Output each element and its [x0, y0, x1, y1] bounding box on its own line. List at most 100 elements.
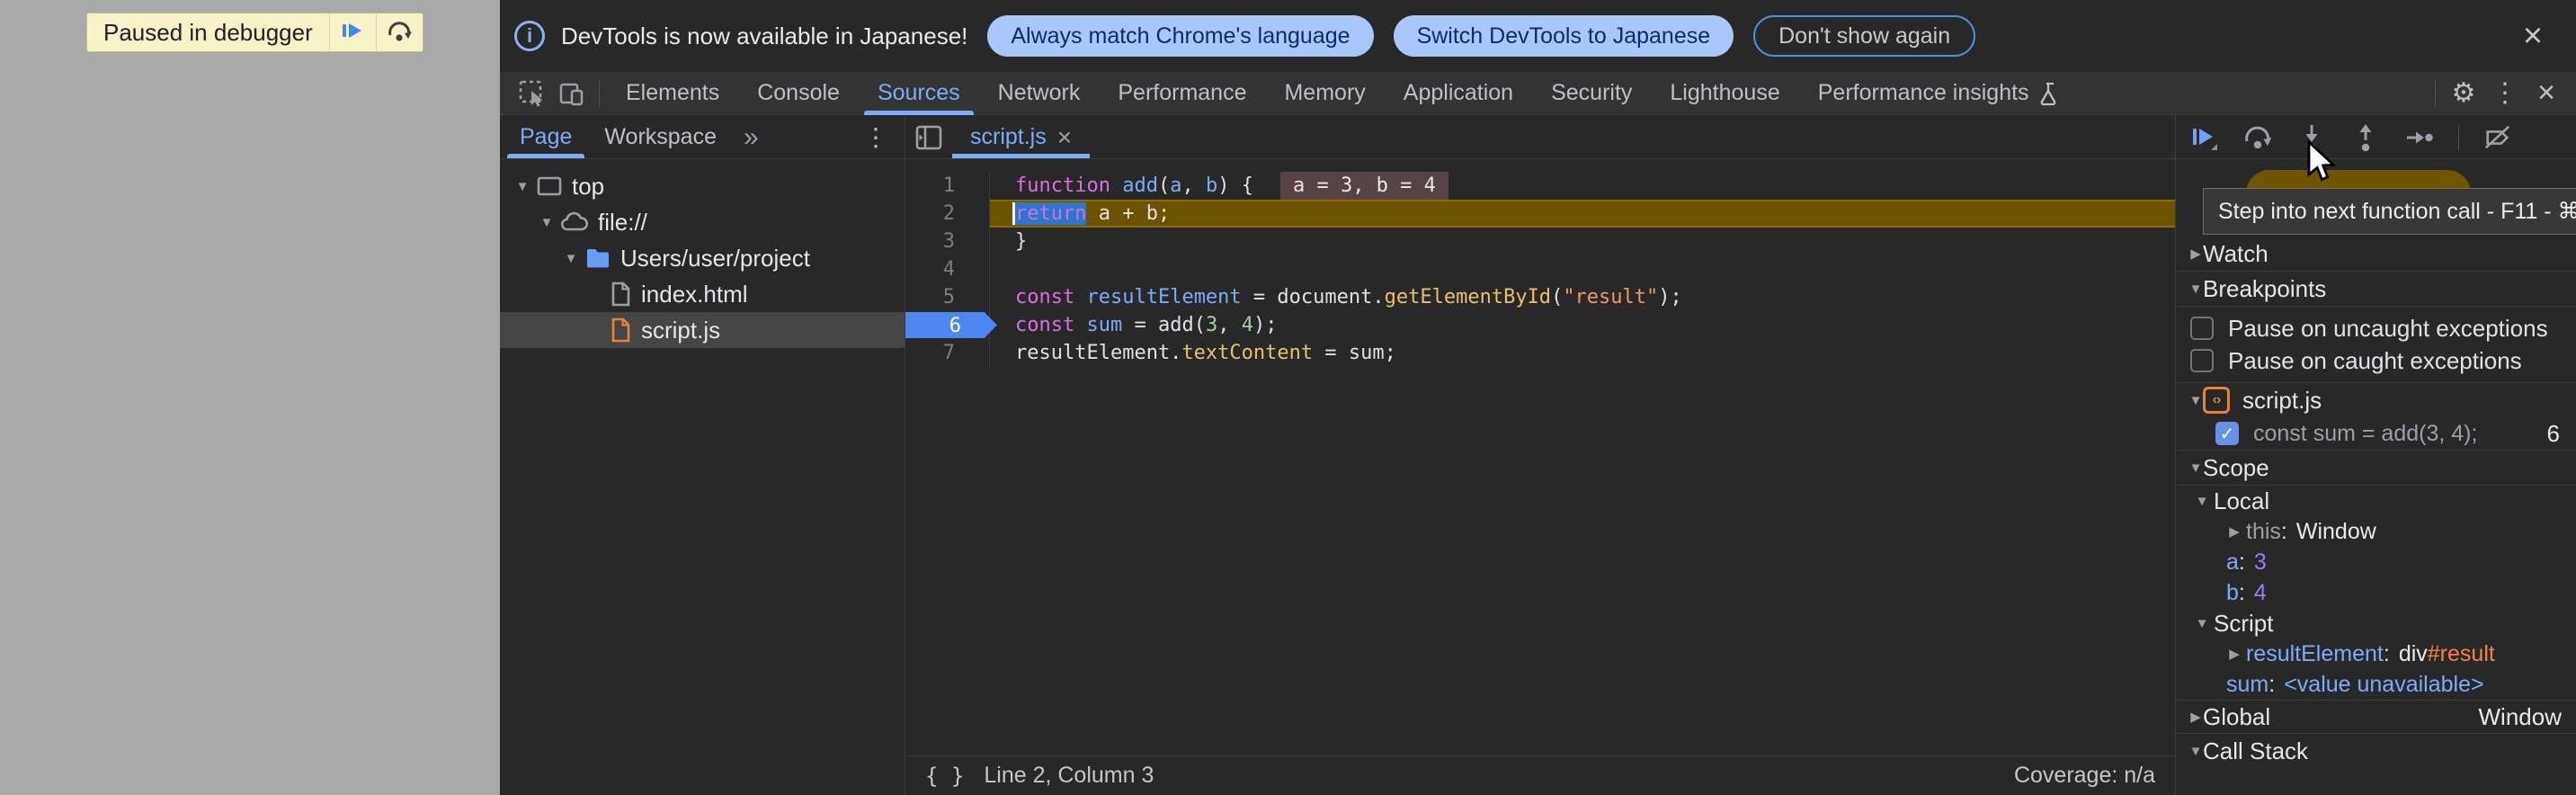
- tab-console[interactable]: Console: [738, 72, 859, 115]
- line-number[interactable]: 1: [905, 172, 990, 200]
- scope-section-header[interactable]: ▼ Scope: [2176, 451, 2576, 485]
- pretty-print-icon[interactable]: { }: [925, 764, 964, 789]
- code-line-6-breakpoint[interactable]: 6 const sum = add(3, 4);: [905, 311, 2175, 339]
- scope-prop-b[interactable]: b: 4: [2176, 577, 2576, 608]
- tab-page[interactable]: Page: [504, 116, 588, 158]
- file-icon-js: [609, 317, 632, 344]
- editor-status-bar: { } Line 2, Column 3 Coverage: n/a: [905, 755, 2175, 795]
- collapsed-arrow-icon[interactable]: ▶: [2223, 523, 2246, 540]
- tree-item-index-html[interactable]: index.html: [500, 276, 905, 312]
- expand-arrow-icon[interactable]: ▼: [511, 179, 534, 194]
- expanded-arrow-icon[interactable]: ▼: [2176, 281, 2203, 297]
- toolbar-separator: [599, 80, 600, 107]
- devtools-close-icon[interactable]: ×: [2526, 72, 2567, 115]
- checkbox-unchecked-icon[interactable]: [2190, 349, 2214, 372]
- tab-elements[interactable]: Elements: [607, 72, 738, 115]
- folder-icon: [584, 246, 611, 270]
- step-button[interactable]: [2404, 122, 2435, 153]
- tab-memory[interactable]: Memory: [1265, 72, 1384, 115]
- inspect-element-icon[interactable]: [513, 72, 552, 115]
- settings-gear-icon[interactable]: ⚙: [2443, 72, 2484, 115]
- kebab-menu-icon[interactable]: ⋮: [2484, 72, 2526, 115]
- line-number[interactable]: 6: [905, 311, 990, 339]
- js-file-icon: ‹›: [2203, 387, 2230, 414]
- scope-script-header[interactable]: ▼ Script: [2176, 608, 2576, 639]
- step-into-button[interactable]: [2296, 122, 2327, 153]
- collapsed-arrow-icon[interactable]: ▶: [2176, 246, 2203, 262]
- expand-arrow-icon[interactable]: ▼: [535, 215, 558, 230]
- resume-script-button[interactable]: [329, 13, 376, 51]
- tab-lighthouse[interactable]: Lighthouse: [1651, 72, 1798, 115]
- coverage-label: Coverage: n/a: [2014, 763, 2155, 789]
- expand-arrow-icon[interactable]: ▼: [559, 251, 583, 266]
- devtools-window: i DevTools is now available in Japanese!…: [500, 0, 2576, 795]
- expanded-arrow-icon[interactable]: ▼: [2176, 744, 2203, 759]
- more-tabs-icon[interactable]: »: [733, 116, 770, 158]
- file-icon: [609, 281, 632, 308]
- resume-script-button[interactable]: [2188, 122, 2219, 153]
- line-number[interactable]: 2: [905, 200, 990, 228]
- scope-local-header[interactable]: ▼ Local: [2176, 486, 2576, 516]
- collapsed-arrow-icon[interactable]: ▶: [2223, 646, 2246, 662]
- tab-sources[interactable]: Sources: [859, 72, 979, 115]
- expanded-arrow-icon[interactable]: ▼: [2190, 494, 2214, 509]
- tab-network[interactable]: Network: [979, 72, 1100, 115]
- scope-prop-a[interactable]: a: 3: [2176, 547, 2576, 577]
- hide-navigator-icon[interactable]: [905, 116, 952, 158]
- line-number[interactable]: 4: [905, 255, 990, 283]
- line-number[interactable]: 7: [905, 339, 990, 367]
- tab-performance[interactable]: Performance: [1099, 72, 1265, 115]
- tree-item-project-folder[interactable]: ▼ Users/user/project: [500, 240, 905, 276]
- dont-show-again-button[interactable]: Don't show again: [1753, 15, 1975, 57]
- tab-security[interactable]: Security: [1532, 72, 1651, 115]
- step-over-button[interactable]: [2242, 122, 2273, 153]
- code-line-3[interactable]: 3 }: [905, 228, 2175, 255]
- callstack-section-header[interactable]: ▼ Call Stack: [2176, 734, 2576, 768]
- checkbox-unchecked-icon[interactable]: [2190, 317, 2214, 340]
- pause-on-caught-row[interactable]: Pause on caught exceptions: [2176, 344, 2576, 377]
- code-line-7[interactable]: 7 resultElement.textContent = sum;: [905, 339, 2175, 367]
- expanded-arrow-icon[interactable]: ▼: [2190, 616, 2214, 631]
- breakpoint-file-group[interactable]: ▼ ‹› script.js: [2176, 383, 2576, 417]
- tree-item-top[interactable]: ▼ top: [500, 168, 905, 204]
- tab-application[interactable]: Application: [1385, 72, 1532, 115]
- device-toolbar-icon[interactable]: [552, 72, 592, 115]
- infobar-close-icon[interactable]: ×: [2513, 16, 2553, 56]
- always-match-language-button[interactable]: Always match Chrome's language: [987, 15, 1373, 57]
- tab-performance-insights[interactable]: Performance insights: [1799, 72, 2081, 115]
- toolbar-separator: [2435, 80, 2436, 107]
- navigator-tabbar: Page Workspace » ⋮: [500, 116, 905, 159]
- expanded-arrow-icon[interactable]: ▼: [2176, 460, 2203, 476]
- collapsed-arrow-icon[interactable]: ▶: [2176, 709, 2203, 725]
- breakpoint-marker[interactable]: 6: [905, 312, 997, 338]
- scope-prop-this[interactable]: ▶ this: Window: [2176, 516, 2576, 547]
- tab-workspace[interactable]: Workspace: [588, 116, 733, 158]
- code-editor[interactable]: 1 function add(a, b) {a = 3, b = 4 2 ret…: [905, 159, 2175, 755]
- code-line-1[interactable]: 1 function add(a, b) {a = 3, b = 4: [905, 172, 2175, 200]
- line-number[interactable]: 3: [905, 228, 990, 255]
- pause-on-uncaught-row[interactable]: Pause on uncaught exceptions: [2176, 312, 2576, 344]
- toolbar-separator: [2458, 125, 2459, 150]
- tab-close-icon[interactable]: ×: [1057, 123, 1072, 152]
- watch-section-header[interactable]: ▶ Watch: [2176, 237, 2576, 271]
- code-line-4[interactable]: 4: [905, 255, 2175, 283]
- tree-item-file-protocol[interactable]: ▼ file://: [500, 204, 905, 240]
- deactivate-breakpoints-button[interactable]: [2482, 122, 2513, 153]
- scope-prop-resultelement[interactable]: ▶ resultElement: div#result: [2176, 639, 2576, 669]
- step-out-button[interactable]: [2350, 122, 2381, 153]
- code-line-5[interactable]: 5 const resultElement = document.getElem…: [905, 283, 2175, 311]
- line-number[interactable]: 5: [905, 283, 990, 311]
- code-line-2-paused[interactable]: 2 return a + b;: [905, 200, 2175, 228]
- checkbox-checked-icon[interactable]: ✓: [2215, 422, 2239, 445]
- switch-to-japanese-button[interactable]: Switch DevTools to Japanese: [1394, 15, 1734, 57]
- step-over-banner-button[interactable]: [376, 13, 423, 51]
- scope-global-header[interactable]: ▶ Global Window: [2176, 701, 2576, 733]
- editor-tab-script-js[interactable]: script.js ×: [952, 116, 1090, 158]
- file-tree: ▼ top ▼ file:// ▼: [500, 159, 905, 348]
- tree-item-script-js[interactable]: script.js: [500, 312, 905, 348]
- navigator-kebab-icon[interactable]: ⋮: [847, 116, 905, 158]
- breakpoint-entry-row[interactable]: ✓ const sum = add(3, 4); 6: [2176, 417, 2576, 450]
- expanded-arrow-icon[interactable]: ▼: [2176, 393, 2203, 408]
- scope-prop-sum[interactable]: sum: <value unavailable>: [2176, 669, 2576, 700]
- breakpoints-section-header[interactable]: ▼ Breakpoints: [2176, 272, 2576, 306]
